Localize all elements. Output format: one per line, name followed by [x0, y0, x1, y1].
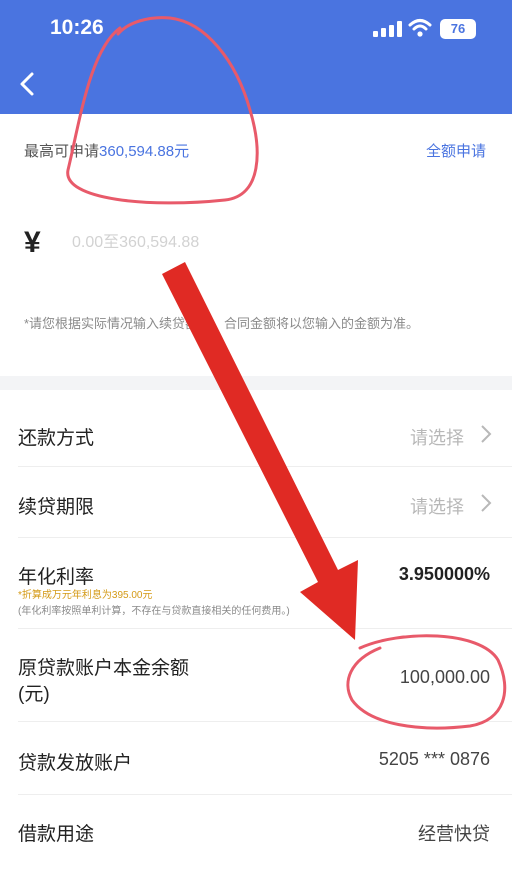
full-apply-button[interactable]: 全额申请	[426, 140, 486, 161]
principal-balance-row: 原贷款账户本金余额 (元) 100,000.00	[0, 629, 512, 721]
max-amount-line: 最高可申请360,594.88元	[24, 140, 189, 161]
principal-balance-label: 原贷款账户本金余额	[18, 658, 190, 679]
chevron-right-icon	[481, 494, 492, 512]
rate-calc-note: (年化利率按照单利计算，不存在与贷款直接相关的任何费用。)	[18, 606, 290, 617]
wifi-icon	[408, 19, 432, 37]
principal-balance-unit: (元)	[18, 684, 50, 705]
annual-rate-value: 3.950000%	[398, 564, 490, 584]
renewal-term-value: 请选择	[410, 497, 464, 517]
repayment-method-value: 请选择	[410, 428, 464, 448]
disbursement-account-label: 贷款发放账户	[18, 753, 133, 774]
loan-purpose-value: 经营快贷	[418, 824, 490, 844]
annual-rate-label: 年化利率	[18, 567, 95, 588]
back-icon[interactable]	[12, 66, 46, 102]
amount-note: *请您根据实际情况输入续贷额度，合同金额将以您输入的金额为准。	[24, 316, 420, 331]
battery-icon: 76	[440, 19, 476, 39]
top-bar: 10:26 76	[0, 0, 512, 114]
chevron-right-icon	[481, 425, 492, 443]
status-time: 10:26	[50, 16, 104, 39]
renewal-term-row[interactable]: 续贷期限 请选择	[0, 467, 512, 537]
amount-input[interactable]	[72, 230, 452, 256]
principal-balance-value: 100,000.00	[399, 667, 490, 687]
max-amount-value: 360,594.88元	[99, 143, 190, 160]
max-amount-label: 最高可申请	[24, 143, 100, 160]
loan-purpose-label: 借款用途	[18, 824, 95, 845]
renewal-term-label: 续贷期限	[18, 497, 95, 518]
signal-icon	[373, 21, 403, 37]
loan-purpose-row: 借款用途 经营快贷	[0, 795, 512, 867]
repayment-method-row[interactable]: 还款方式 请选择	[0, 390, 512, 466]
disbursement-account-value: 5205 *** 0876	[378, 749, 490, 769]
repayment-method-label: 还款方式	[18, 428, 95, 449]
currency-symbol: ¥	[24, 226, 41, 259]
rate-interest-note: *折算成万元年利息为395.00元	[18, 590, 153, 601]
disbursement-account-row: 贷款发放账户 5205 *** 0876	[0, 722, 512, 794]
